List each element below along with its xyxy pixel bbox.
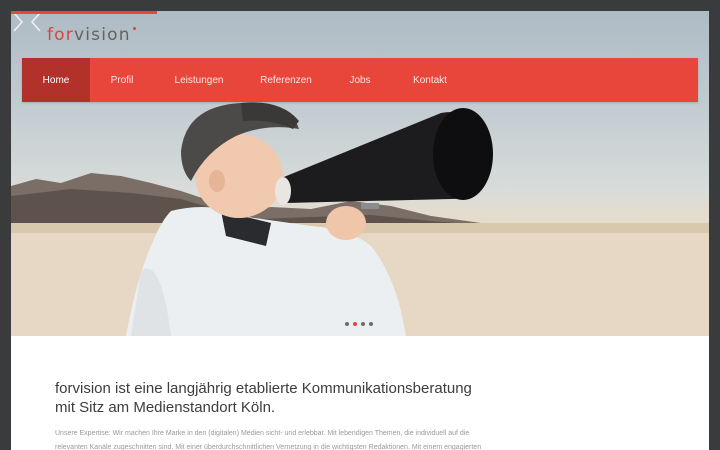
nav-label: Profil bbox=[110, 74, 134, 86]
slider-dot-active[interactable] bbox=[353, 322, 357, 326]
nav-item-home[interactable]: Home bbox=[22, 58, 90, 102]
slider-dot[interactable] bbox=[369, 322, 373, 326]
intro-headline: forvision ist eine langjährig etablierte… bbox=[55, 379, 575, 417]
top-accent-bar bbox=[11, 11, 157, 14]
logo-dot bbox=[132, 27, 136, 30]
nav-label: Leistungen bbox=[174, 74, 224, 86]
chevron-left-icon[interactable] bbox=[29, 11, 43, 33]
logo-prefix: for bbox=[47, 25, 74, 45]
logo[interactable]: forvision bbox=[47, 25, 136, 45]
body-line: Unsere Expertise: Wir machen Ihre Marke … bbox=[55, 430, 470, 437]
main-nav: Home Profil Leistungen Referenzen Jobs K… bbox=[22, 58, 698, 102]
nav-item-kontakt[interactable]: Kontakt bbox=[392, 58, 468, 102]
slider-dot[interactable] bbox=[345, 322, 349, 326]
headline-line: forvision ist eine langjährig etablierte… bbox=[55, 380, 472, 397]
chevron-right-icon[interactable] bbox=[11, 11, 25, 33]
logo-suffix: vision bbox=[73, 25, 131, 45]
nav-item-jobs[interactable]: Jobs bbox=[328, 58, 392, 102]
nav-item-leistungen[interactable]: Leistungen bbox=[154, 58, 244, 102]
page: forvision Home Profil Leistungen Referen… bbox=[11, 11, 709, 450]
nav-label: Kontakt bbox=[413, 74, 447, 86]
nav-label: Home bbox=[42, 74, 70, 86]
nav-item-referenzen[interactable]: Referenzen bbox=[244, 58, 328, 102]
intro-section: forvision ist eine langjährig etablierte… bbox=[55, 379, 575, 450]
nav-item-profil[interactable]: Profil bbox=[90, 58, 154, 102]
slider-pagination bbox=[345, 322, 373, 326]
slider-dot[interactable] bbox=[361, 322, 365, 326]
nav-label: Referenzen bbox=[260, 74, 312, 86]
intro-body: Unsere Expertise: Wir machen Ihre Marke … bbox=[55, 427, 575, 450]
body-line: relevanten Kanäle zugeschnitten sind. Mi… bbox=[55, 444, 482, 450]
headline-line: mit Sitz am Medienstandort Köln. bbox=[55, 399, 276, 416]
nav-label: Jobs bbox=[349, 74, 371, 86]
